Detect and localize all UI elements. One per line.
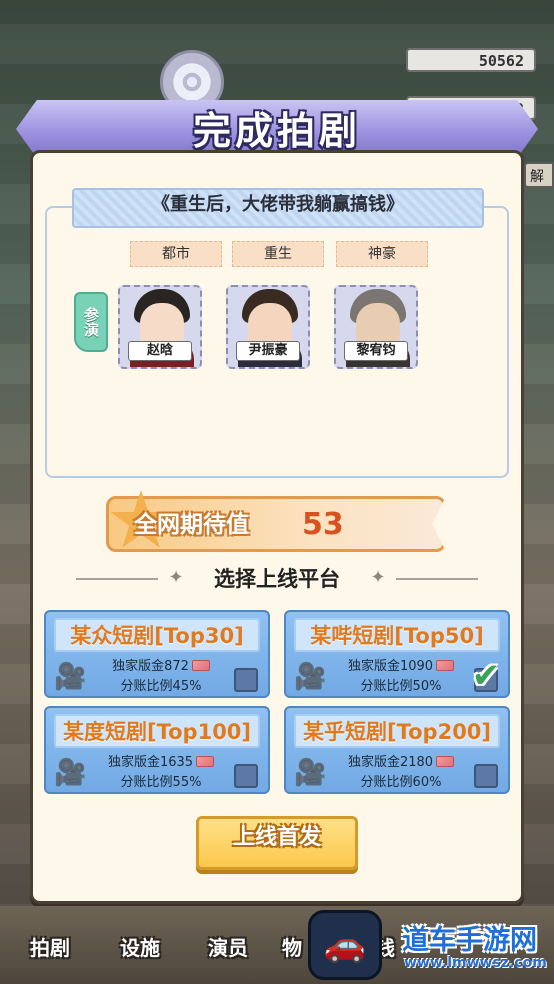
film-camera-icon: 🎥: [54, 758, 87, 788]
actor-name: 赵晗: [128, 341, 192, 361]
nav-item-filming[interactable]: 拍剧: [10, 926, 90, 970]
cash-icon: [191, 660, 210, 671]
side-tab[interactable]: 解: [524, 162, 554, 188]
nav-item-actors[interactable]: 演员: [188, 926, 268, 970]
cash-icon: [196, 756, 215, 767]
platform-name: 某哔短剧[Top50]: [294, 618, 500, 652]
platform-fee: 独家版金2180: [326, 754, 476, 772]
actor-card[interactable]: 黎宥钧: [334, 285, 418, 369]
platform-share: 分账比例55%: [120, 775, 202, 790]
platform-share: 分账比例45%: [120, 679, 202, 694]
genre-tag: 神豪: [336, 241, 428, 267]
watermark-url: www.lmwwsz.com: [404, 955, 547, 971]
sparkle-icon: ✦: [370, 567, 386, 588]
watermark-logo-icon: [308, 910, 382, 980]
film-camera-icon: 🎥: [294, 662, 327, 692]
platform-fee: 独家版金872: [86, 658, 236, 676]
coin-counter: 50562: [406, 48, 536, 72]
film-camera-icon: 🎥: [294, 758, 327, 788]
actor-name: 尹振豪: [236, 341, 300, 361]
platform-card[interactable]: 某哔短剧[Top50] 🎥 独家版金1090 分账比例50% ✔: [284, 610, 510, 698]
cash-icon: [436, 756, 455, 767]
platform-card[interactable]: 某众短剧[Top30] 🎥 独家版金872 分账比例45%: [44, 610, 270, 698]
platform-fee: 独家版金1090: [326, 658, 476, 676]
platform-name: 某众短剧[Top30]: [54, 618, 260, 652]
platform-name: 某乎短剧[Top200]: [294, 714, 500, 748]
platform-share: 分账比例50%: [360, 679, 442, 694]
genre-tag: 都市: [130, 241, 222, 267]
platform-card[interactable]: 某度短剧[Top100] 🎥 独家版金1635 分账比例55%: [44, 706, 270, 794]
platform-checkbox[interactable]: [234, 668, 258, 692]
platform-name: 某度短剧[Top100]: [54, 714, 260, 748]
checkmark-icon: ✔: [471, 656, 501, 696]
platform-fee: 独家版金1635: [86, 754, 236, 772]
platform-checkbox[interactable]: [234, 764, 258, 788]
expectation-value: 53: [302, 507, 344, 542]
platform-card[interactable]: 某乎短剧[Top200] 🎥 独家版金2180 分账比例60%: [284, 706, 510, 794]
actor-name: 黎宥钧: [344, 341, 408, 361]
cast-label: 参演: [74, 292, 108, 352]
launch-button[interactable]: 上线首发: [196, 816, 358, 870]
actor-card[interactable]: 赵晗: [118, 285, 202, 369]
expectation-label: 全网期待值: [134, 512, 249, 538]
platform-checkbox[interactable]: [474, 764, 498, 788]
platform-share: 分账比例60%: [360, 775, 442, 790]
actor-card[interactable]: 尹振豪: [226, 285, 310, 369]
cash-icon: [436, 660, 455, 671]
nav-item-facilities[interactable]: 设施: [100, 926, 180, 970]
film-camera-icon: 🎥: [54, 662, 87, 692]
genre-tag: 重生: [232, 241, 324, 267]
drama-title: 《重生后，大佬带我躺赢搞钱》: [72, 188, 484, 228]
watermark-text: 道车手游网: [402, 925, 537, 956]
divider: [396, 578, 478, 580]
